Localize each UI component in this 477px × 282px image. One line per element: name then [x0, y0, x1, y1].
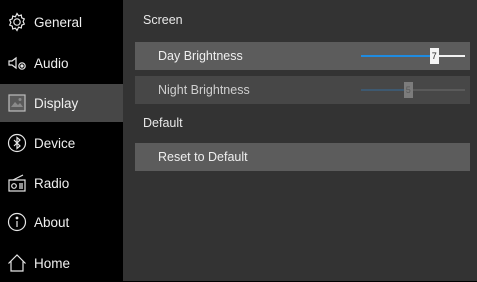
- sidebar-item-home[interactable]: Home: [0, 244, 123, 282]
- sidebar-item-label: Radio: [34, 175, 70, 191]
- speaker-icon: [6, 52, 28, 74]
- day-brightness-slider[interactable]: 7: [361, 42, 465, 70]
- sidebar-item-display[interactable]: Display: [0, 84, 123, 122]
- slider-fill: [361, 89, 408, 91]
- sidebar-item-general[interactable]: General: [0, 3, 123, 41]
- info-icon: [6, 211, 28, 233]
- night-brightness-label: Night Brightness: [158, 83, 250, 97]
- gear-icon: [6, 11, 28, 33]
- display-icon: [6, 92, 28, 114]
- sidebar-item-label: Home: [34, 255, 71, 271]
- sidebar-item-label: General: [34, 14, 83, 30]
- sidebar-item-device[interactable]: Device: [0, 124, 123, 162]
- reset-to-default-button[interactable]: Reset to Default: [135, 143, 470, 171]
- sidebar-item-about[interactable]: About: [0, 203, 123, 241]
- sidebar-item-radio[interactable]: Radio: [0, 164, 123, 202]
- radio-icon: [6, 172, 28, 194]
- slider-fill: [361, 55, 434, 57]
- display-settings-panel: Screen Day Brightness 7 Night Brightness…: [123, 0, 477, 281]
- slider-thumb[interactable]: 7: [429, 48, 439, 64]
- night-brightness-row: Night Brightness 5: [135, 76, 470, 104]
- slider-thumb: 5: [403, 82, 413, 98]
- bluetooth-icon: [6, 132, 28, 154]
- sidebar-item-label: About: [34, 214, 70, 230]
- sidebar-item-label: Device: [34, 135, 76, 151]
- home-icon: [6, 252, 28, 274]
- night-brightness-slider: 5: [361, 76, 465, 104]
- day-brightness-label: Day Brightness: [158, 49, 243, 63]
- sidebar: General Audio Display Device Radio About…: [0, 0, 123, 281]
- section-title-default: Default: [143, 116, 183, 130]
- sidebar-item-audio[interactable]: Audio: [0, 44, 123, 82]
- section-title-screen: Screen: [143, 13, 183, 27]
- sidebar-item-label: Audio: [34, 55, 69, 71]
- reset-to-default-label: Reset to Default: [158, 150, 248, 164]
- day-brightness-row: Day Brightness 7: [135, 42, 470, 70]
- sidebar-item-label: Display: [34, 95, 79, 111]
- settings-app: General Audio Display Device Radio About…: [0, 0, 477, 281]
